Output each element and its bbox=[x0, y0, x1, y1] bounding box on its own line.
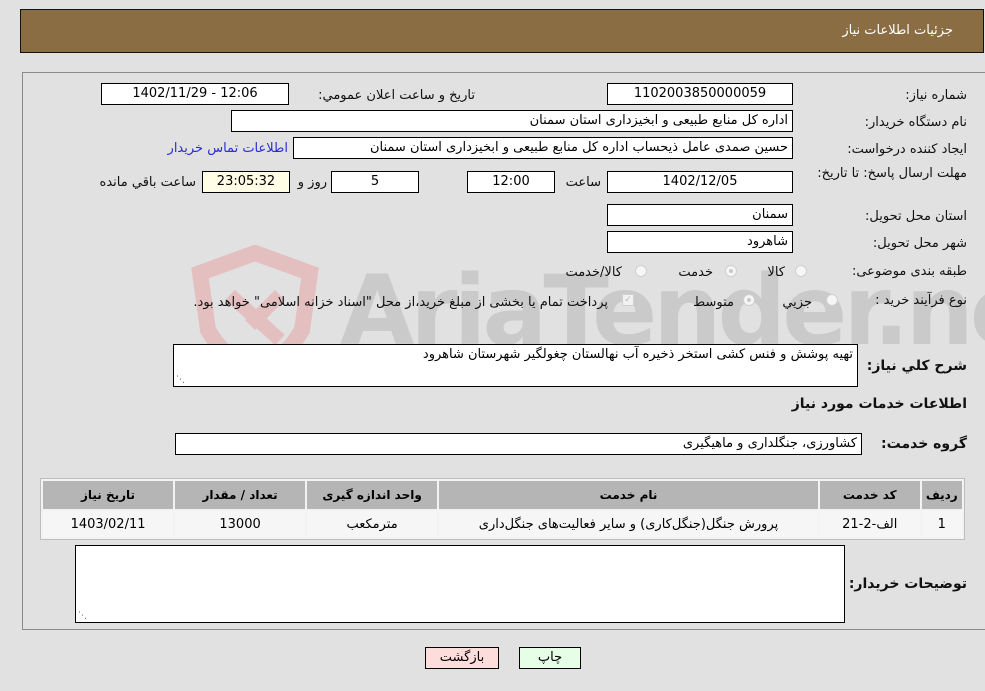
city-field[interactable]: شاهرود bbox=[607, 231, 793, 253]
buyer-notes-label: توضیحات خریدار: bbox=[848, 576, 967, 592]
deadline-label: مهلت ارسال پاسخ: تا تاریخ: bbox=[817, 166, 967, 181]
category-option-goods: کالا bbox=[767, 265, 785, 280]
time-remaining-label: ساعت باقي مانده bbox=[99, 175, 196, 190]
cell-service-code: الف-2-21 bbox=[819, 511, 920, 537]
cell-quantity: 13000 bbox=[175, 511, 306, 537]
days-label: روز و bbox=[297, 175, 327, 190]
buyer-notes-textarea[interactable]: ⋰ bbox=[75, 545, 845, 623]
back-button[interactable]: بازگشت bbox=[425, 647, 499, 669]
col-quantity: تعداد / مقدار bbox=[175, 481, 306, 509]
col-need-date: تاریخ نیاز bbox=[43, 481, 174, 509]
treasury-checkbox-label: پرداخت تمام یا بخشی از مبلغ خرید،از محل … bbox=[193, 295, 608, 310]
announce-datetime-label: تاریخ و ساعت اعلان عمومي: bbox=[318, 88, 475, 103]
process-type-label: نوع فرآیند خرید : bbox=[875, 293, 967, 308]
col-service-code: کد خدمت bbox=[819, 481, 920, 509]
col-unit: واحد اندازه گیری bbox=[307, 481, 438, 509]
time-remaining-field: 23:05:32 bbox=[202, 171, 290, 193]
process-radio-medium[interactable] bbox=[743, 294, 755, 306]
deadline-time-label: ساعت bbox=[565, 175, 601, 190]
col-row-number: ردیف bbox=[921, 481, 962, 509]
category-radio-service[interactable] bbox=[725, 265, 737, 277]
services-section-title: اطلاعات خدمات مورد نیاز bbox=[791, 396, 967, 412]
deadline-date-field[interactable]: 1402/12/05 bbox=[607, 171, 793, 193]
page-header: جزئیات اطلاعات نیاز bbox=[20, 9, 984, 53]
need-number-label: شماره نیاز: bbox=[905, 88, 967, 103]
requester-field[interactable]: حسین صمدی عامل ذیحساب اداره کل منابع طبی… bbox=[293, 137, 793, 159]
province-field[interactable]: سمنان bbox=[607, 204, 793, 226]
requester-label: ایجاد کننده درخواست: bbox=[847, 142, 967, 157]
category-option-goods-service: کالا/خدمت bbox=[565, 265, 622, 280]
province-label: استان محل تحویل: bbox=[865, 209, 967, 224]
buyer-org-label: نام دستگاه خریدار: bbox=[864, 115, 967, 130]
category-option-service: خدمت bbox=[678, 265, 713, 280]
deadline-time-field[interactable]: 12:00 bbox=[467, 171, 555, 193]
cell-service-name: پرورش جنگل(جنگل‌کاری) و سایر فعالیت‌های … bbox=[439, 511, 818, 537]
process-radio-minor[interactable] bbox=[826, 294, 838, 306]
category-radio-goods[interactable] bbox=[795, 265, 807, 277]
city-label: شهر محل تحویل: bbox=[872, 236, 967, 251]
cell-need-date: 1403/02/11 bbox=[43, 511, 174, 537]
resize-grip-icon[interactable]: ⋰ bbox=[176, 376, 185, 385]
category-label: طبقه بندی موضوعی: bbox=[851, 264, 967, 279]
cell-row-number: 1 bbox=[921, 511, 962, 537]
announce-datetime-field[interactable]: 1402/11/29 - 12:06 bbox=[101, 83, 289, 105]
page-title: جزئیات اطلاعات نیاز bbox=[842, 23, 953, 38]
days-remaining-field[interactable]: 5 bbox=[331, 171, 419, 193]
service-group-label: گروه خدمت: bbox=[881, 436, 967, 452]
services-table: ردیف کد خدمت نام خدمت واحد اندازه گیری ت… bbox=[40, 478, 965, 540]
table-row: 1 الف-2-21 پرورش جنگل(جنگل‌کاری) و سایر … bbox=[43, 511, 962, 537]
cell-unit: مترمکعب bbox=[307, 511, 438, 537]
announce-datetime-value: 1402/11/29 - 12:06 bbox=[132, 86, 258, 101]
process-option-medium: متوسط bbox=[693, 295, 734, 310]
col-service-name: نام خدمت bbox=[439, 481, 818, 509]
treasury-checkbox[interactable]: ✓ bbox=[622, 294, 634, 306]
description-text: تهیه پوشش و فنس کشی استخر ذخیره آب نهالس… bbox=[422, 347, 853, 362]
need-number-field[interactable]: 1102003850000059 bbox=[607, 83, 793, 105]
process-option-minor: جزيي bbox=[782, 295, 812, 310]
description-textarea[interactable]: تهیه پوشش و فنس کشی استخر ذخیره آب نهالس… bbox=[173, 344, 858, 387]
description-label: شرح کلي نیاز: bbox=[866, 358, 967, 374]
buyer-contact-link[interactable]: اطلاعات تماس خریدار bbox=[168, 141, 288, 156]
category-radio-goods-service[interactable] bbox=[635, 265, 647, 277]
service-group-field[interactable]: کشاورزی، جنگلداری و ماهیگیری bbox=[175, 433, 862, 455]
print-button[interactable]: چاپ bbox=[519, 647, 581, 669]
resize-grip-icon[interactable]: ⋰ bbox=[78, 612, 87, 621]
table-header-row: ردیف کد خدمت نام خدمت واحد اندازه گیری ت… bbox=[43, 481, 962, 509]
buyer-org-field[interactable]: اداره کل منابع طبیعی و ابخیزداری استان س… bbox=[231, 110, 793, 132]
